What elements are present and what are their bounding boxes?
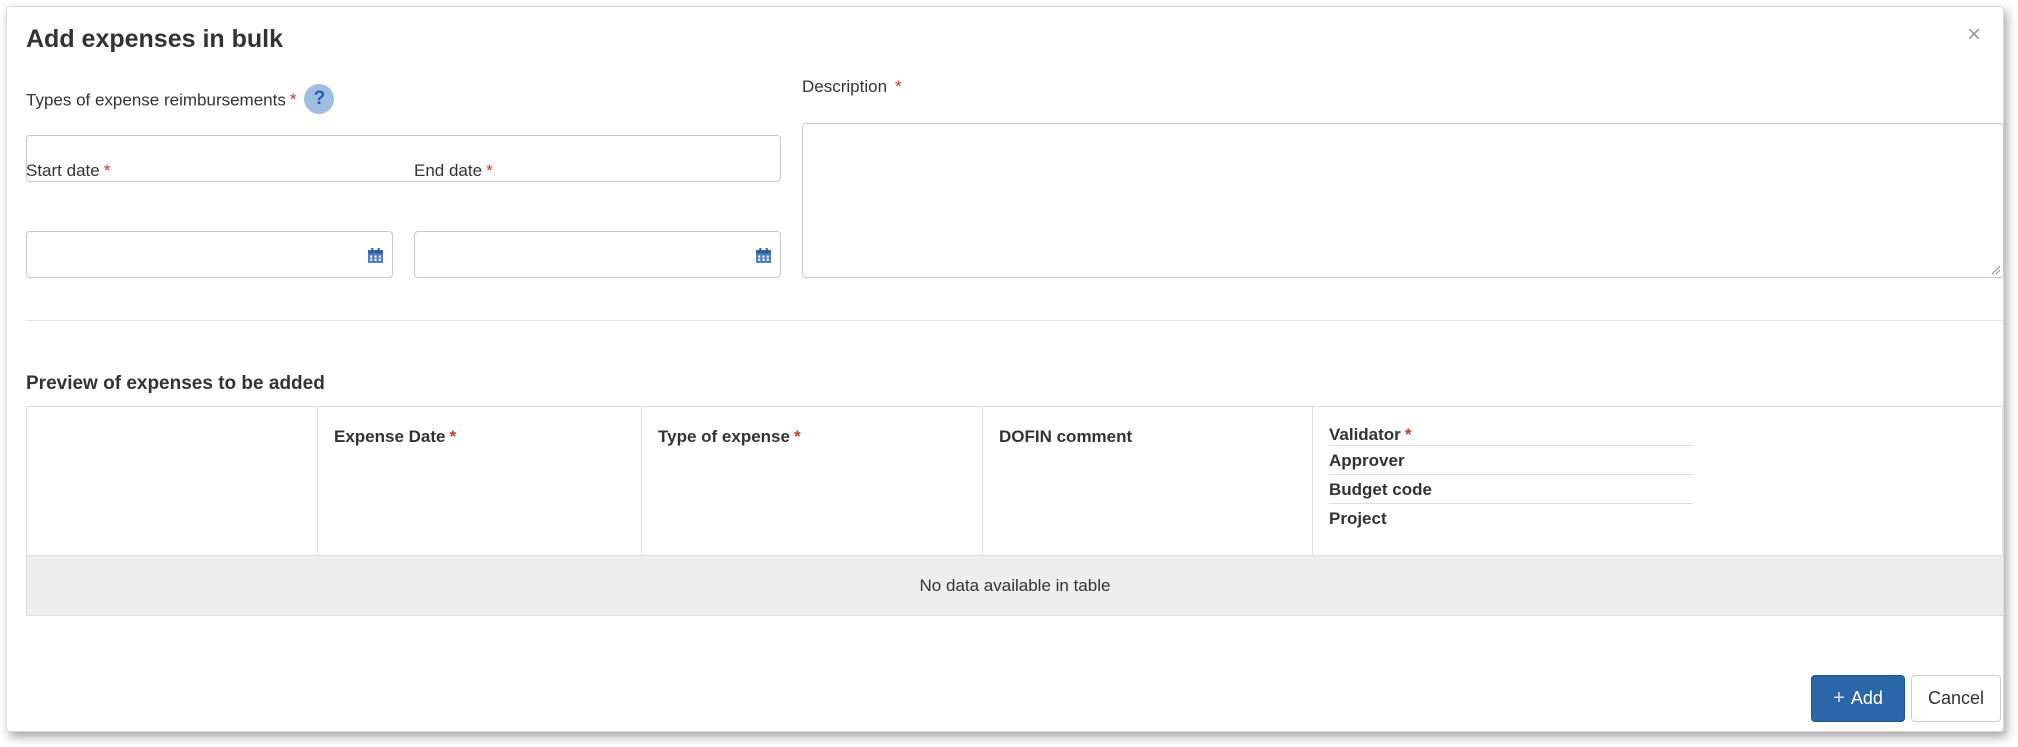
types-label: Types of expense reimbursements — [26, 90, 286, 110]
required-mark: * — [1404, 425, 1412, 444]
preview-table: Expense Date * Type of expense * DOFIN com… — [26, 406, 2004, 616]
add-button[interactable]: + Add — [1811, 675, 1905, 722]
end-date-input[interactable] — [414, 231, 781, 278]
validator-subline: Validator * — [1329, 424, 1693, 446]
cancel-button[interactable]: Cancel — [1911, 675, 2001, 722]
add-button-label: Add — [1850, 688, 1883, 708]
column-header-expense-date[interactable]: Expense Date * — [318, 407, 642, 555]
start-date-input[interactable] — [26, 231, 393, 278]
approver-subline: Approver — [1329, 446, 1693, 475]
end-date-label-row: End date * — [414, 161, 493, 181]
form-divider — [26, 320, 2004, 321]
plus-icon: + — [1833, 687, 1845, 709]
required-mark: * — [289, 90, 297, 110]
close-icon[interactable]: × — [1967, 21, 1981, 49]
required-mark: * — [486, 161, 493, 180]
column-header-validator[interactable]: Validator * Approver Budget code Project — [1313, 407, 2003, 555]
empty-table-message: No data available in table — [27, 555, 2003, 615]
column-label: DOFIN comment — [999, 427, 1133, 446]
budget-code-subline: Budget code — [1329, 475, 1693, 504]
required-mark: * — [449, 427, 457, 446]
column-label: Validator — [1329, 425, 1401, 444]
resize-grip-icon[interactable] — [1989, 263, 2001, 275]
bulk-expense-modal: Add expenses in bulk × Types of expense … — [6, 6, 2004, 732]
preview-title: Preview of expenses to be added — [26, 373, 325, 394]
column-label: Type of expense — [658, 427, 790, 446]
column-header-type-of-expense[interactable]: Type of expense * — [642, 407, 983, 555]
required-mark: * — [103, 161, 111, 180]
start-date-label: Start date — [26, 161, 100, 180]
help-icon[interactable]: ? — [304, 84, 335, 114]
description-label: Description — [802, 77, 888, 96]
types-input[interactable] — [26, 135, 781, 182]
description-label-row: Description * — [802, 77, 902, 97]
calendar-icon[interactable] — [367, 247, 384, 264]
column-header-dofin-comment[interactable]: DOFIN comment — [983, 407, 1313, 555]
project-subline: Project — [1329, 509, 1387, 528]
column-header-select — [27, 407, 318, 555]
column-label: Expense Date — [334, 427, 446, 446]
modal-title: Add expenses in bulk — [26, 25, 284, 53]
description-textarea[interactable] — [802, 123, 2004, 278]
end-date-label: End date — [414, 161, 483, 180]
required-mark: * — [793, 427, 801, 446]
required-mark: * — [895, 77, 902, 96]
calendar-icon[interactable] — [755, 247, 772, 264]
start-date-label-row: Start date * — [26, 161, 110, 181]
types-label-row: Types of expense reimbursements *? — [26, 84, 335, 116]
